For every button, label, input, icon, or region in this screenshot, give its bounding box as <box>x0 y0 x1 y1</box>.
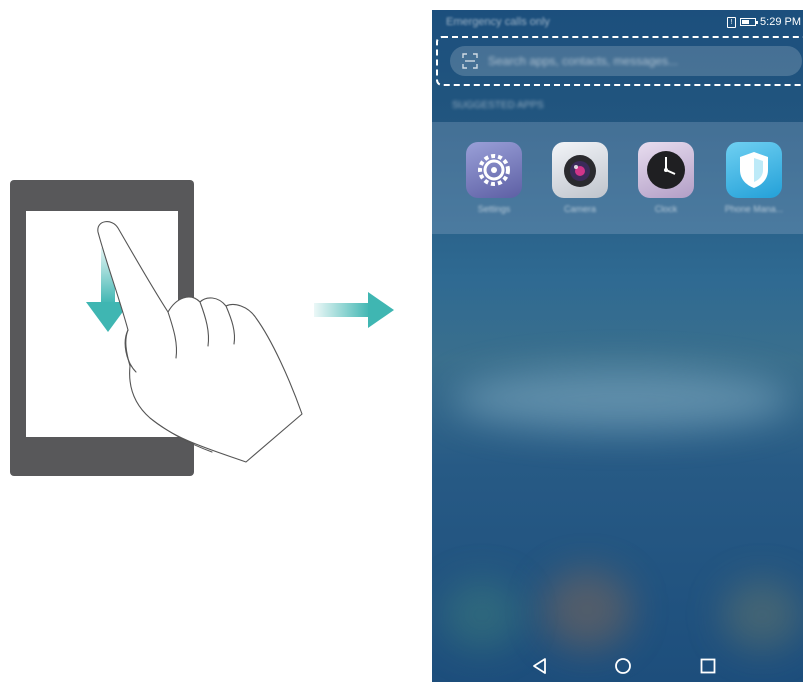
clock-icon[interactable] <box>638 142 694 198</box>
status-time: 5:29 PM <box>760 16 801 28</box>
carrier-status-text: Emergency calls only <box>446 16 550 28</box>
sim-card-icon: ! <box>727 16 737 28</box>
app-label: Phone Mana... <box>724 204 784 214</box>
app-settings[interactable]: Settings <box>454 142 534 214</box>
app-camera[interactable]: Camera <box>540 142 620 214</box>
status-icons: ! 5:29 PM <box>727 16 801 28</box>
navigation-bar <box>432 650 803 682</box>
battery-icon <box>740 18 759 26</box>
suggested-apps-label: SUGGESTED APPS <box>452 100 544 111</box>
transition-arrow-icon <box>314 292 394 328</box>
blurred-background <box>542 570 632 650</box>
app-phone-manager[interactable]: Phone Mana... <box>714 142 794 214</box>
blurred-background <box>442 580 522 650</box>
search-input[interactable]: Search apps, contacts, messages... <box>488 54 678 68</box>
app-label: Settings <box>477 204 511 214</box>
global-search-bar[interactable]: Search apps, contacts, messages... <box>450 46 802 76</box>
swipe-down-illustration <box>0 0 410 682</box>
home-icon[interactable] <box>613 656 633 676</box>
blurred-background <box>722 580 802 650</box>
app-label: Camera <box>563 204 596 214</box>
back-icon[interactable] <box>530 656 550 676</box>
settings-gear-icon[interactable] <box>466 142 522 198</box>
phone-screen: Emergency calls only ! 5:29 PM Search ap… <box>432 10 803 682</box>
status-bar: Emergency calls only ! 5:29 PM <box>432 10 803 34</box>
blurred-background <box>452 370 792 430</box>
scan-icon[interactable] <box>462 53 478 69</box>
shield-icon[interactable] <box>726 142 782 198</box>
camera-icon[interactable] <box>552 142 608 198</box>
recents-icon[interactable] <box>698 656 718 676</box>
hand-pointer-icon <box>97 221 303 463</box>
app-label: Clock <box>654 204 678 214</box>
app-clock[interactable]: Clock <box>626 142 706 214</box>
